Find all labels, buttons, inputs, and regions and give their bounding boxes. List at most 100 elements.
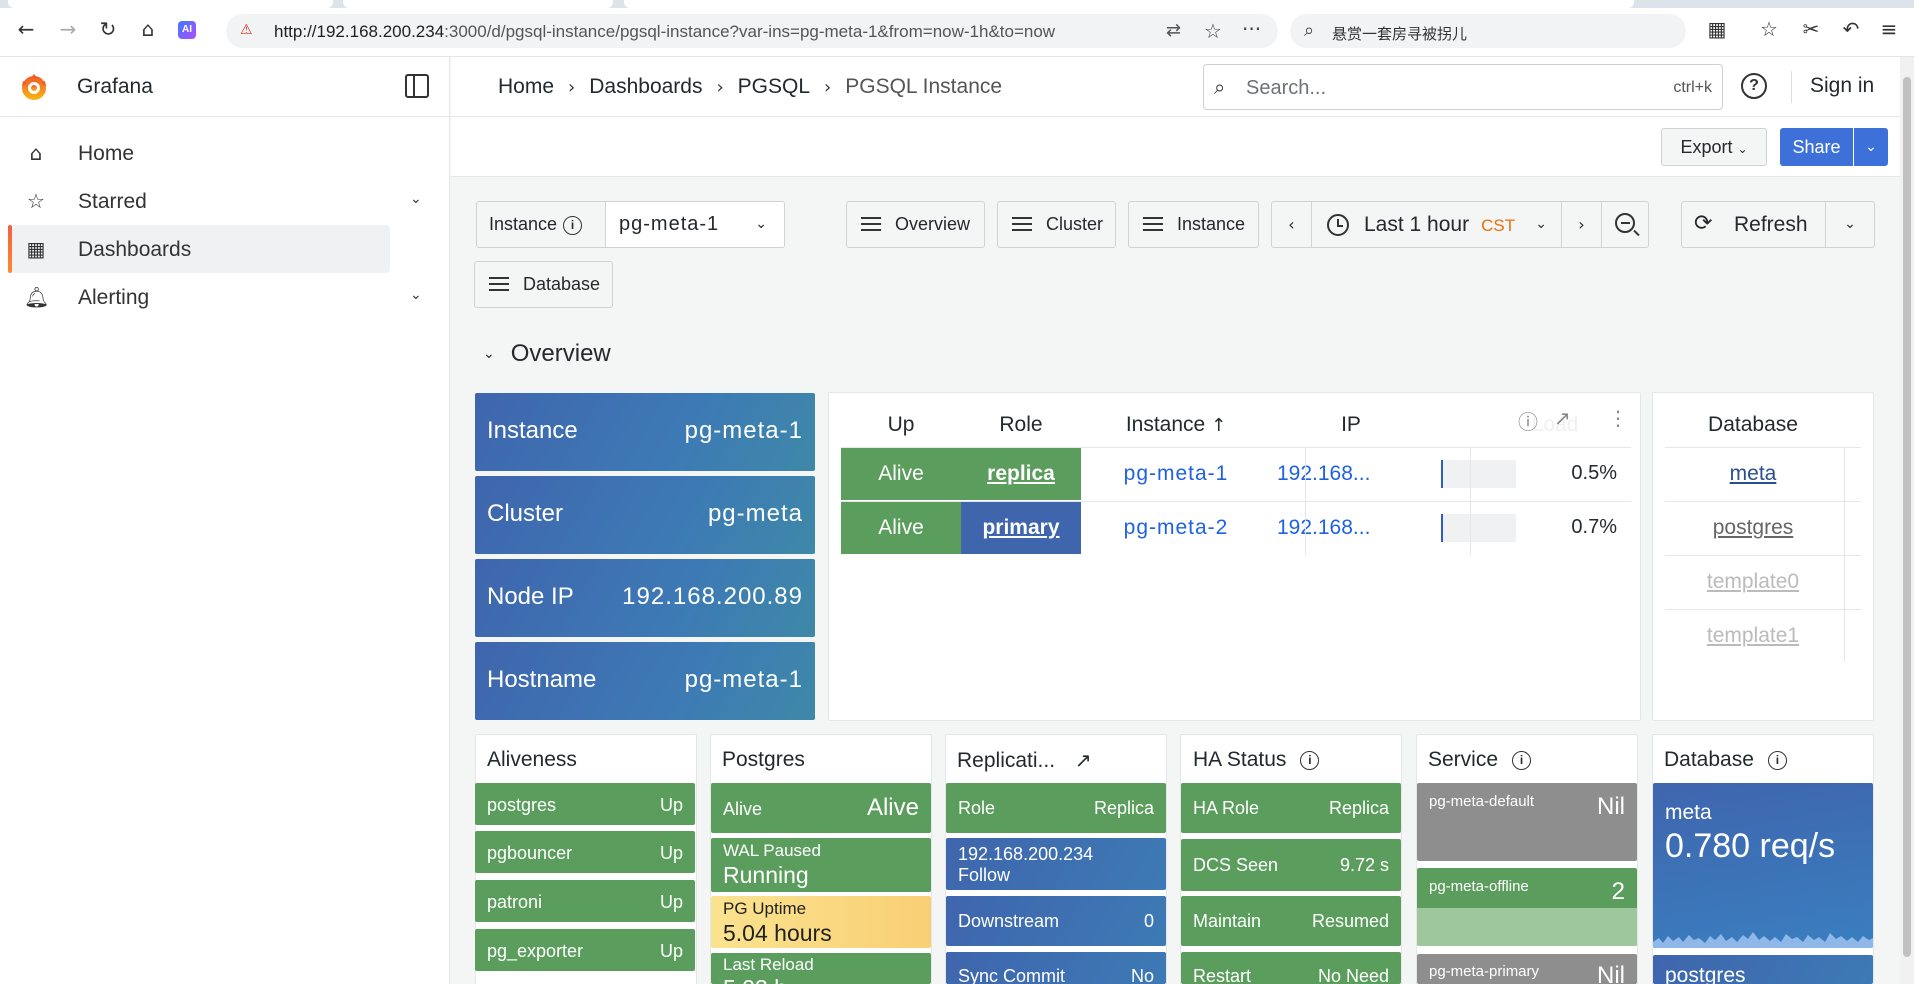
row-overview-header[interactable]: ⌄ Overview <box>483 340 611 368</box>
zoom-out-button[interactable] <box>1601 201 1649 248</box>
refresh-interval-dropdown[interactable]: ⌄ <box>1825 201 1875 248</box>
dock-sidebar-icon[interactable] <box>405 74 429 98</box>
url-text[interactable]: http://192.168.200.234:3000/d/pgsql-inst… <box>274 22 1154 42</box>
search-input[interactable]: ⌕ Search... ctrl+k <box>1203 64 1723 110</box>
panel-title[interactable]: Aliveness <box>487 748 577 772</box>
cell-instance-link[interactable]: pg-meta-1 <box>1091 448 1261 500</box>
refresh-button[interactable]: ⟳ Refresh <box>1681 201 1826 248</box>
cell-instance-link[interactable]: pg-meta-2 <box>1091 502 1261 554</box>
link-overview[interactable]: Overview <box>846 201 985 248</box>
scissors-icon[interactable]: ✂ <box>1798 17 1824 41</box>
column-header-role[interactable]: Role <box>961 413 1081 437</box>
column-header-up[interactable]: Up <box>841 413 961 437</box>
cell-ip-link[interactable]: 192.168... <box>1271 448 1431 500</box>
export-button[interactable]: Export ⌄ <box>1661 128 1767 166</box>
panel-title[interactable]: Database i <box>1664 748 1787 772</box>
database-link-postgres[interactable]: postgres <box>1665 516 1841 540</box>
stat-instance[interactable]: Instance pg-meta-1 <box>475 393 815 471</box>
browser-tab[interactable] <box>343 0 613 8</box>
info-icon[interactable]: i <box>1512 751 1532 770</box>
chevron-down-icon[interactable]: ⌄ <box>410 287 422 303</box>
external-link-icon[interactable]: ↗ <box>1075 748 1092 772</box>
bookmark-star-icon[interactable]: ☆ <box>1204 19 1222 43</box>
share-dropdown-icon[interactable]: ⌄ <box>1854 128 1888 166</box>
sidebar-item-home[interactable]: ⌂ Home <box>10 129 390 177</box>
home-icon[interactable]: ⌂ <box>136 17 160 41</box>
info-icon[interactable]: i <box>563 216 583 235</box>
stat-node-ip[interactable]: Node IP 192.168.200.89 <box>475 559 815 637</box>
link-database[interactable]: Database <box>474 261 613 308</box>
database-link-template1[interactable]: template1 <box>1665 624 1841 648</box>
panel-title[interactable]: Postgres <box>722 748 805 772</box>
external-link-icon[interactable]: ↗ <box>1554 406 1571 430</box>
ha-maintain-tile[interactable]: Maintain Resumed <box>1181 896 1401 946</box>
ha-restart-tile[interactable]: Restart No Need <box>1181 952 1401 984</box>
sidebar-item-dashboards[interactable]: ▦ Dashboards <box>8 225 390 273</box>
breadcrumb-home[interactable]: Home <box>498 75 554 98</box>
not-secure-icon[interactable]: ⚠ <box>240 22 258 40</box>
cell-ip-link[interactable]: 192.168... <box>1271 502 1431 554</box>
share-button[interactable]: Share <box>1780 128 1853 166</box>
time-shift-back-button[interactable]: ‹ <box>1271 201 1312 248</box>
service-default-tile[interactable]: pg-meta-default Nil <box>1417 783 1637 861</box>
column-header-ip[interactable]: IP <box>1271 413 1431 437</box>
column-header-database[interactable]: Database <box>1665 413 1841 437</box>
column-header-instance[interactable]: Instance ↑ <box>1091 413 1261 437</box>
panel-title[interactable]: Service i <box>1428 748 1532 772</box>
aliveness-patroni[interactable]: patroni Up <box>475 880 695 922</box>
postgres-reload-tile[interactable]: Last Reload5.03 h <box>711 953 931 984</box>
browser-tab-active[interactable] <box>624 0 1634 8</box>
time-shift-forward-button[interactable]: › <box>1561 201 1602 248</box>
service-primary-tile[interactable]: pg-meta-primary Nil <box>1417 954 1637 984</box>
chevron-down-icon[interactable]: ⌄ <box>410 191 422 207</box>
apps-grid-icon[interactable]: ▦ <box>1704 17 1730 41</box>
aliveness-pgbouncer[interactable]: pgbouncer Up <box>475 831 695 873</box>
ai-extension-icon[interactable]: AI <box>178 21 196 39</box>
service-offline-tile[interactable]: pg-meta-offline 2 <box>1417 868 1637 946</box>
sidebar-item-alerting[interactable]: 🔔︎ Alerting ⌄ <box>10 273 422 321</box>
cell-role-link[interactable]: primary <box>961 502 1081 554</box>
browser-tab[interactable] <box>8 0 333 8</box>
postgres-wal-tile[interactable]: WAL Paused Running <box>711 838 931 892</box>
more-dots-icon[interactable]: ··· <box>1242 17 1261 41</box>
postgres-uptime-tile[interactable]: PG Uptime 5.04 hours <box>711 896 931 948</box>
time-range-picker[interactable]: Last 1 hour CST ⌄ <box>1311 201 1562 248</box>
scrollbar-thumb[interactable] <box>1903 77 1911 957</box>
database-link-template0[interactable]: template0 <box>1665 570 1841 594</box>
browser-search-box[interactable]: ⌕ 悬赏一套房寻被拐儿 <box>1290 14 1686 48</box>
favorites-icon[interactable]: ☆ <box>1756 17 1782 41</box>
database-rate-tile[interactable]: meta 0.780 req/s <box>1653 783 1873 948</box>
panel-title[interactable]: HA Status i <box>1193 748 1320 772</box>
sign-in-link[interactable]: Sign in <box>1810 74 1874 98</box>
database-postgres-tile[interactable]: postgres <box>1653 955 1873 984</box>
replication-downstream-tile[interactable]: Downstream 0 <box>946 896 1166 946</box>
database-link-meta[interactable]: meta <box>1665 462 1841 486</box>
back-icon[interactable]: ← <box>14 17 38 41</box>
panel-title[interactable]: Replicati... ↗ <box>957 748 1092 773</box>
panel-info-icon[interactable]: ⓘ <box>1518 406 1538 435</box>
info-icon[interactable]: i <box>1300 751 1320 770</box>
grafana-logo-icon[interactable] <box>18 71 50 103</box>
replication-follow-tile[interactable]: 192.168.200.234 Follow <box>946 838 1166 890</box>
cell-role-link[interactable]: replica <box>961 448 1081 500</box>
panel-menu-icon[interactable]: ⋮ <box>1608 406 1628 430</box>
info-icon[interactable]: i <box>1767 751 1787 770</box>
stat-hostname[interactable]: Hostname pg-meta-1 <box>475 642 815 720</box>
page-scrollbar[interactable] <box>1900 57 1914 984</box>
breadcrumb-pgsql[interactable]: PGSQL <box>738 75 810 98</box>
forward-icon[interactable]: → <box>56 17 80 41</box>
aliveness-postgres[interactable]: postgres Up <box>475 783 695 825</box>
instance-variable-select[interactable]: pg-meta-1 ⌄ <box>605 201 785 248</box>
reload-icon[interactable]: ↻ <box>96 17 120 41</box>
link-instance[interactable]: Instance <box>1128 201 1259 248</box>
help-icon[interactable]: ? <box>1741 73 1767 99</box>
breadcrumb-dashboards[interactable]: Dashboards <box>589 75 702 98</box>
sidebar-item-starred[interactable]: ☆ Starred ⌄ <box>10 177 422 225</box>
postgres-alive-tile[interactable]: Alive Alive <box>711 783 931 833</box>
undo-icon[interactable]: ↶ <box>1838 17 1864 41</box>
replication-role-tile[interactable]: Role Replica <box>946 783 1166 833</box>
ha-role-tile[interactable]: HA Role Replica <box>1181 783 1401 833</box>
table-row[interactable]: Alive primary pg-meta-2 192.168... 0.7% <box>841 502 1629 555</box>
stat-cluster[interactable]: Cluster pg-meta <box>475 476 815 554</box>
link-cluster[interactable]: Cluster <box>997 201 1116 248</box>
